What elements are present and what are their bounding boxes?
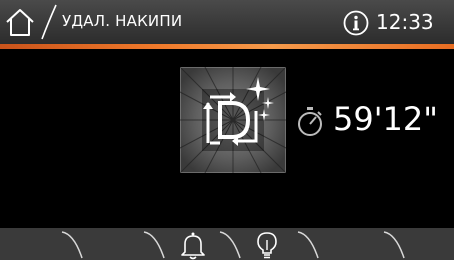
info-icon[interactable] [343,10,369,36]
tab-divider [61,231,83,259]
clock: 12:33 [376,10,434,34]
bell-icon[interactable] [180,231,206,260]
descaling-program-icon[interactable] [180,67,286,173]
program-timer: 59'12" [333,100,438,138]
tab-divider [143,231,165,259]
home-icon[interactable] [4,6,36,38]
tab-divider [297,231,319,259]
tab-divider [383,231,405,259]
accent-divider [0,44,454,49]
page-title: УДАЛ. НАКИПИ [62,12,183,30]
breadcrumb-separator [41,4,57,40]
stopwatch-icon [298,107,322,136]
light-bulb-icon[interactable] [256,231,278,260]
tab-divider [219,231,241,259]
